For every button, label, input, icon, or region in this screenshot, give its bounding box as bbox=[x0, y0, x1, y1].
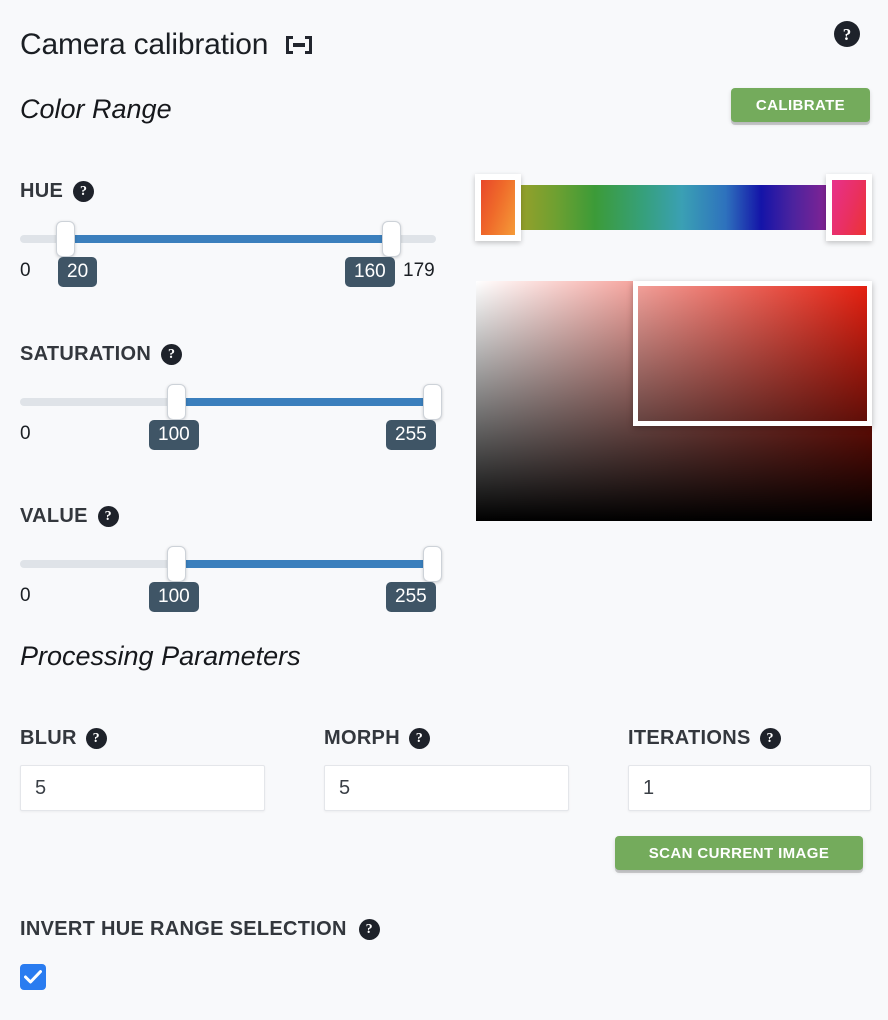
saturation-value-selection[interactable] bbox=[633, 281, 872, 426]
blur-input[interactable] bbox=[20, 765, 265, 811]
field-label-iterations-row: ITERATIONS ? bbox=[628, 727, 871, 750]
field-label-blur-row: BLUR ? bbox=[20, 727, 265, 750]
help-icon[interactable]: ? bbox=[834, 21, 860, 47]
camera-calibration-panel: Camera calibration ? Color Range CALIBRA… bbox=[0, 0, 888, 1020]
panel-help-icon-wrapper: ? bbox=[834, 21, 860, 47]
slider-track-saturation[interactable] bbox=[20, 384, 442, 420]
field-label-morph-row: MORPH ? bbox=[324, 727, 569, 750]
slider-value-bubble-saturation-low: 100 bbox=[149, 420, 199, 450]
invert-hue-range-block: INVERT HUE RANGE SELECTION ? bbox=[20, 918, 380, 990]
section-title-color-range: Color Range bbox=[20, 94, 172, 124]
slider-endlabels-saturation: 0 100 255 bbox=[20, 420, 440, 450]
slider-min-label-hue: 0 bbox=[20, 260, 31, 281]
slider-label-saturation: SATURATION bbox=[20, 343, 152, 365]
field-label-iterations: ITERATIONS bbox=[628, 727, 751, 749]
iterations-input[interactable] bbox=[628, 765, 871, 811]
help-icon-hue[interactable]: ? bbox=[73, 181, 95, 202]
slider-endlabels-value: 0 100 255 bbox=[20, 582, 440, 612]
slider-knob-saturation-low[interactable] bbox=[167, 384, 186, 420]
slider-range-fill-hue bbox=[58, 235, 399, 243]
slider-value-bubble-saturation-high: 255 bbox=[386, 420, 436, 450]
scan-current-image-button[interactable]: SCAN CURRENT IMAGE bbox=[615, 836, 863, 870]
slider-block-saturation: SATURATION ? 0 100 255 bbox=[20, 343, 442, 450]
slider-block-value: VALUE ? 0 100 255 bbox=[20, 505, 442, 612]
field-iterations: ITERATIONS ? bbox=[628, 727, 871, 811]
help-icon-morph[interactable]: ? bbox=[408, 728, 430, 749]
field-morph: MORPH ? bbox=[324, 727, 569, 811]
calibrate-button[interactable]: CALIBRATE bbox=[731, 88, 870, 122]
checkmark-icon bbox=[24, 970, 42, 984]
invert-hue-range-label: INVERT HUE RANGE SELECTION bbox=[20, 918, 347, 940]
hue-gradient-strip bbox=[475, 174, 872, 241]
morph-input[interactable] bbox=[324, 765, 569, 811]
help-icon-value[interactable]: ? bbox=[97, 506, 119, 527]
slider-label-value-row: VALUE ? bbox=[20, 505, 440, 528]
hue-range-start-color bbox=[481, 180, 515, 235]
hue-gradient-fill bbox=[476, 185, 872, 230]
collapse-icon[interactable] bbox=[282, 31, 316, 59]
slider-endlabels-hue: 0 179 20 160 bbox=[20, 257, 440, 287]
header-title-row: Camera calibration bbox=[20, 28, 316, 62]
field-label-morph: MORPH bbox=[324, 727, 400, 749]
section-title-processing-parameters: Processing Parameters bbox=[20, 641, 301, 671]
help-icon-iterations[interactable]: ? bbox=[759, 728, 781, 749]
slider-value-bubble-value-low: 100 bbox=[149, 582, 199, 612]
slider-max-label-hue: 179 bbox=[403, 260, 435, 281]
slider-label-hue-row: HUE ? bbox=[20, 180, 440, 203]
slider-range-fill-value bbox=[170, 560, 440, 568]
slider-block-hue: HUE ? 0 179 20 160 bbox=[20, 180, 440, 287]
hue-range-end-color bbox=[832, 180, 866, 235]
help-icon-saturation[interactable]: ? bbox=[161, 344, 183, 365]
slider-track-hue[interactable] bbox=[20, 221, 440, 257]
help-icon-invert-hue-range[interactable]: ? bbox=[358, 919, 380, 940]
help-icon-blur[interactable]: ? bbox=[85, 728, 107, 749]
field-blur: BLUR ? bbox=[20, 727, 265, 811]
invert-hue-range-label-row: INVERT HUE RANGE SELECTION ? bbox=[20, 918, 380, 941]
slider-knob-value-low[interactable] bbox=[167, 546, 186, 582]
slider-label-hue: HUE bbox=[20, 180, 64, 202]
hue-range-start-swatch[interactable] bbox=[475, 174, 521, 241]
slider-min-label-saturation: 0 bbox=[20, 423, 31, 444]
slider-range-fill-saturation bbox=[170, 398, 440, 406]
page-title: Camera calibration bbox=[20, 28, 269, 61]
saturation-value-picker[interactable] bbox=[476, 281, 872, 521]
slider-knob-saturation-high[interactable] bbox=[423, 384, 442, 420]
slider-value-bubble-value-high: 255 bbox=[386, 582, 436, 612]
slider-value-bubble-hue-low: 20 bbox=[58, 257, 98, 287]
slider-track-value[interactable] bbox=[20, 546, 442, 582]
slider-label-value: VALUE bbox=[20, 505, 88, 527]
field-label-blur: BLUR bbox=[20, 727, 77, 749]
slider-knob-value-high[interactable] bbox=[423, 546, 442, 582]
slider-knob-hue-low[interactable] bbox=[56, 221, 75, 257]
slider-knob-hue-high[interactable] bbox=[382, 221, 401, 257]
slider-min-label-value: 0 bbox=[20, 585, 31, 606]
slider-label-saturation-row: SATURATION ? bbox=[20, 343, 440, 366]
slider-value-bubble-hue-high: 160 bbox=[345, 257, 395, 287]
hue-range-end-swatch[interactable] bbox=[826, 174, 872, 241]
invert-hue-range-checkbox[interactable] bbox=[20, 964, 46, 990]
